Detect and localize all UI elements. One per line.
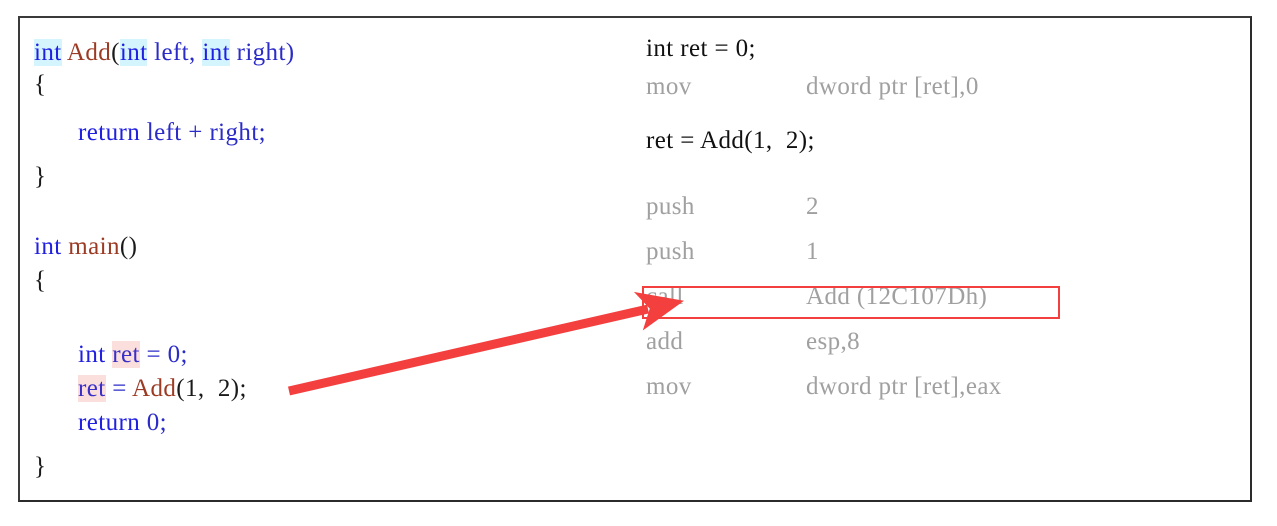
keyword-int: int	[34, 39, 62, 66]
mnemonic: add	[646, 328, 684, 355]
function-name-add: Add	[66, 39, 112, 66]
source-line-main-open-brace: {	[34, 267, 47, 294]
c-source-panel: int Add(int left, int right) { return le…	[20, 18, 620, 500]
operands: 1	[806, 238, 819, 265]
function-name-main: main	[68, 233, 120, 260]
source-line-add-signature: int Add(int left, int right)	[34, 39, 295, 66]
operands: esp,8	[806, 328, 861, 355]
disasm-source-line-int-ret: int ret = 0;	[646, 35, 756, 62]
disasm-instruction-push-1: push 1	[646, 239, 819, 264]
source-line-ret-assign-add: ret = Add(1, 2);	[78, 375, 247, 402]
mnemonic: push	[646, 193, 695, 220]
disasm-source-line-ret-add: ret = Add(1, 2);	[646, 127, 815, 154]
variable-ret: ret	[78, 375, 106, 402]
param-right: right)	[229, 39, 295, 66]
operands: dword ptr [ret],0	[806, 73, 979, 100]
mnemonic: mov	[646, 373, 692, 400]
operands: dword ptr [ret],eax	[806, 373, 1002, 400]
mnemonic: push	[646, 238, 695, 265]
source-line-int-ret: int ret = 0;	[78, 341, 188, 368]
param-left: left,	[147, 39, 196, 66]
keyword-int: int	[202, 39, 230, 66]
disasm-instruction-mov-ret-0: mov dword ptr [ret],0	[646, 74, 979, 99]
source-line-main-close-brace: }	[34, 453, 47, 480]
disassembly-panel: int ret = 0; mov dword ptr [ret],0 ret = …	[620, 18, 1250, 500]
source-line-main-signature: int main()	[34, 233, 138, 260]
source-line-return-sum: return left + right;	[78, 119, 267, 146]
operands: Add (12C107Dh)	[806, 283, 988, 310]
mnemonic: call	[646, 283, 684, 310]
call-add: Add	[132, 375, 177, 402]
operands: 2	[806, 193, 819, 220]
source-line-return-zero: return 0;	[78, 409, 167, 436]
disasm-instruction-add-esp-8: add esp,8	[646, 329, 860, 354]
keyword-int: int	[119, 39, 148, 66]
disasm-instruction-mov-ret-eax: mov dword ptr [ret],eax	[646, 374, 1002, 399]
variable-ret: ret	[112, 341, 140, 368]
mnemonic: mov	[646, 73, 692, 100]
figure-frame: int Add(int left, int right) { return le…	[18, 16, 1252, 502]
disasm-instruction-call-add: call Add (12C107Dh)	[646, 284, 987, 309]
source-line-close-brace: }	[34, 163, 47, 190]
disasm-instruction-push-2: push 2	[646, 194, 819, 219]
source-line-open-brace: {	[34, 71, 47, 98]
